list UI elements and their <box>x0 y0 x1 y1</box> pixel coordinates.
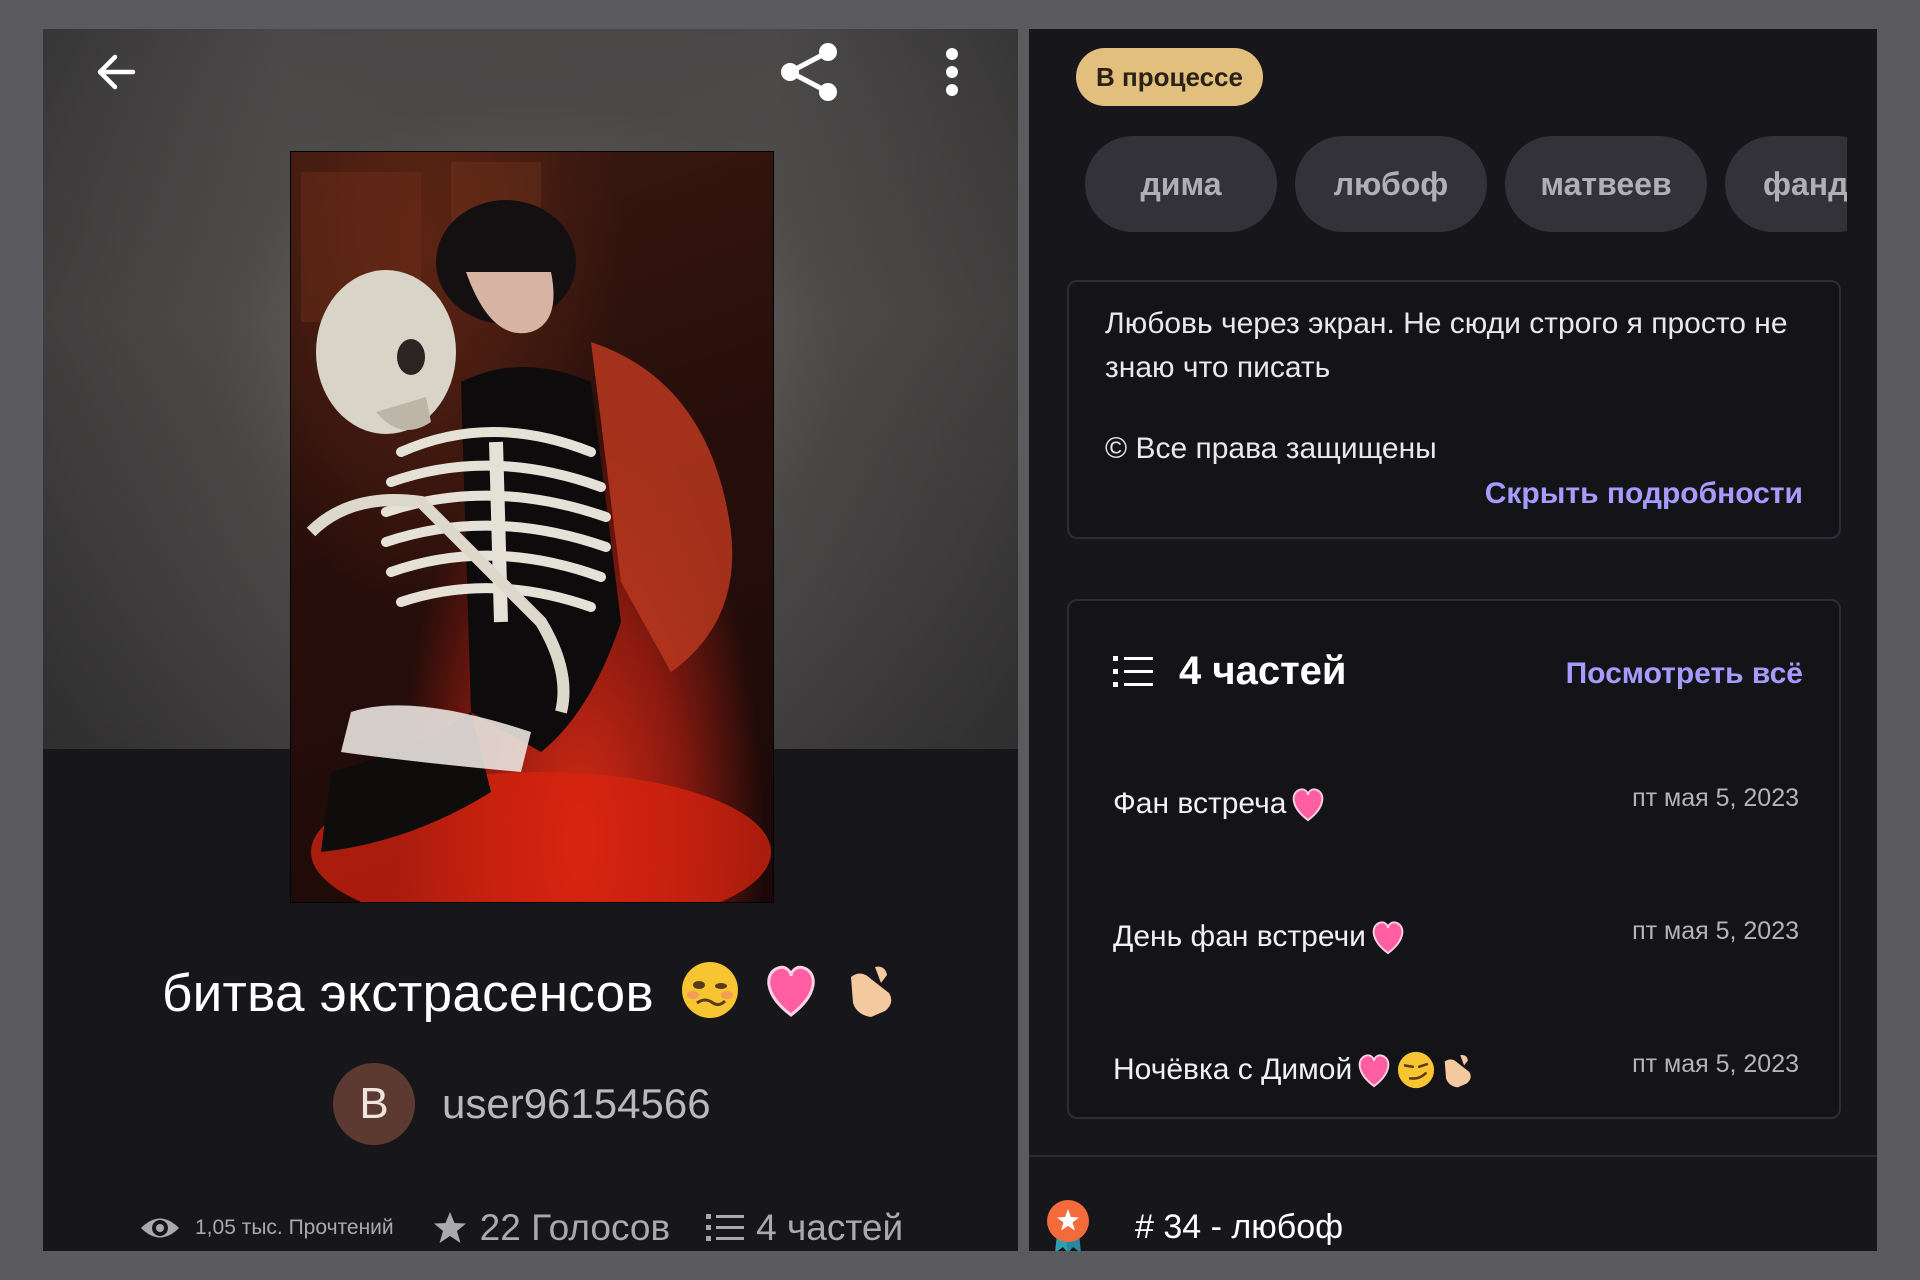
story-overview-panel: битва экстрасенсов В user96154566 1,05 т… <box>43 29 1018 1251</box>
view-all-link[interactable]: Посмотреть всё <box>1566 657 1803 691</box>
list-icon <box>1113 655 1153 687</box>
pink-heart-icon <box>1358 1054 1390 1088</box>
ranking-row[interactable]: # 34 - любоф <box>1045 1199 1343 1251</box>
author-name[interactable]: user96154566 <box>442 1080 711 1128</box>
ranking-text: # 34 - любоф <box>1135 1207 1344 1246</box>
part-title: Ночёвка с Димой <box>1113 1050 1476 1090</box>
section-divider <box>1029 1155 1877 1157</box>
author-row[interactable]: В user96154566 <box>333 1063 711 1145</box>
reads-stat: 1,05 тыс. Прочтений <box>139 1213 394 1243</box>
part-title: Фан встреча <box>1113 784 1328 824</box>
story-description: Любовь через экран. Не сюди строго я про… <box>1105 307 1788 384</box>
part-date: пт мая 5, 2023 <box>1632 917 1799 945</box>
story-cover-image[interactable] <box>290 151 774 903</box>
star-icon <box>433 1212 466 1243</box>
woozy-face-icon <box>681 962 738 1018</box>
parts-stat: 4 частей <box>706 1207 903 1249</box>
share-icon <box>781 43 837 101</box>
tag-chip[interactable]: дима <box>1085 136 1277 232</box>
tag-chip[interactable]: матвеев <box>1505 136 1707 232</box>
award-badge-icon <box>1047 1200 1089 1251</box>
part-row[interactable]: Ночёвка с Димой пт мая 5, 2023 <box>1113 1042 1799 1102</box>
part-date: пт мая 5, 2023 <box>1632 1050 1799 1078</box>
share-button[interactable] <box>774 37 844 107</box>
tag-chip[interactable]: фанд <box>1725 136 1847 232</box>
cover-illustration <box>301 162 771 902</box>
hide-details-link[interactable]: Скрыть подробности <box>1485 477 1803 511</box>
votes-stat: 22 Голосов <box>432 1207 670 1249</box>
story-stats: 1,05 тыс. Прочтений 22 Голосов 4 частей <box>139 1207 903 1249</box>
copyright-notice: © Все права защищены <box>1105 432 1437 465</box>
part-row[interactable]: День фан встречи пт мая 5, 2023 <box>1113 909 1799 969</box>
pink-heart-icon <box>1372 921 1404 955</box>
list-icon <box>706 1214 745 1241</box>
tag-list[interactable]: дима любоф матвеев фанд <box>1085 136 1847 232</box>
part-row[interactable]: Фан встреча пт мая 5, 2023 <box>1113 776 1799 836</box>
call-me-hand-icon <box>851 966 892 1017</box>
eye-icon <box>141 1218 179 1238</box>
avatar[interactable]: В <box>333 1063 415 1145</box>
smirk-face-icon <box>1398 1051 1435 1089</box>
story-title: битва экстрасенсов <box>43 959 1018 1024</box>
part-title: День фан встречи <box>1113 917 1408 957</box>
parts-card: 4 частей Посмотреть всё Фан встреча пт м… <box>1067 599 1841 1119</box>
pink-heart-icon <box>1293 788 1324 822</box>
description-card: Любовь через экран. Не сюди строго я про… <box>1067 280 1841 539</box>
arrow-left-icon <box>97 54 136 90</box>
part-date: пт мая 5, 2023 <box>1632 784 1799 812</box>
call-me-hand-icon <box>1444 1054 1471 1088</box>
story-details-panel: В процессе дима любоф матвеев фанд Любовь ч… <box>1029 29 1877 1251</box>
pink-heart-icon <box>767 965 815 1017</box>
back-button[interactable] <box>87 43 145 101</box>
tag-chip[interactable]: любоф <box>1295 136 1487 232</box>
parts-header: 4 частей <box>1113 649 1347 694</box>
more-vertical-icon <box>946 48 958 96</box>
parts-count-title: 4 частей <box>1179 649 1347 693</box>
more-options-button[interactable] <box>932 43 972 101</box>
status-badge: В процессе <box>1076 48 1263 106</box>
